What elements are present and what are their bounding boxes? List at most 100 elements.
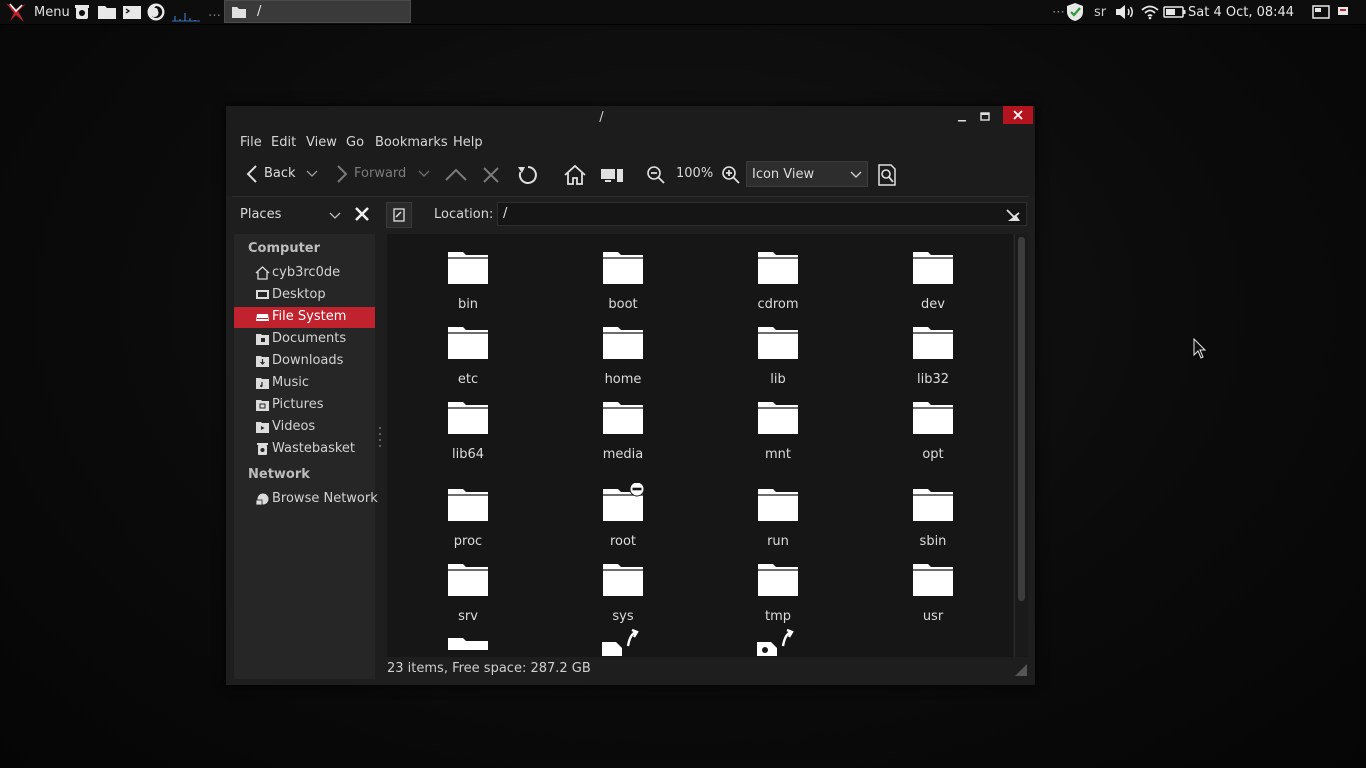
- file-item-lib[interactable]: lib: [723, 321, 833, 393]
- forward-history-dropdown[interactable]: [416, 166, 432, 182]
- sidebar-item-file-system[interactable]: File System: [234, 307, 375, 328]
- close-button[interactable]: [1003, 106, 1033, 124]
- sidebar-item-documents[interactable]: Documents: [234, 329, 375, 350]
- file-item-proc[interactable]: proc: [413, 483, 523, 555]
- sidebar-item-downloads[interactable]: Downloads: [234, 351, 375, 372]
- clear-icon: [1006, 209, 1020, 221]
- status-bar-text: 23 items, Free space: 287.2 GB: [387, 661, 591, 676]
- view-mode-select[interactable]: Icon View: [746, 161, 868, 187]
- maximize-button[interactable]: [977, 109, 993, 125]
- sidebar-item-music[interactable]: Music: [234, 373, 375, 394]
- sidebar-item-home[interactable]: cyb3rc0de: [234, 263, 375, 284]
- menu-button[interactable]: Menu: [4, 0, 70, 24]
- tray-overflow[interactable]: ⋯: [1052, 0, 1065, 24]
- close-sidebar-button[interactable]: [353, 205, 373, 225]
- file-item-sys[interactable]: sys: [568, 558, 678, 630]
- minimize-button[interactable]: [954, 110, 970, 126]
- file-item-lib32[interactable]: lib32: [878, 321, 988, 393]
- file-item-label: media: [602, 447, 644, 462]
- menu-go[interactable]: Go: [346, 135, 364, 150]
- back-button[interactable]: Back: [240, 162, 300, 186]
- menu-bookmarks[interactable]: Bookmarks: [375, 135, 448, 150]
- folder-icon: [448, 489, 488, 521]
- sidebar-item-browse-network[interactable]: Browse Network: [234, 489, 378, 510]
- clock[interactable]: Sat 4 Oct, 08:44: [1188, 0, 1294, 24]
- sidebar-item-label: Downloads: [272, 353, 344, 368]
- taskbar-window-button[interactable]: /: [224, 0, 411, 23]
- partial-item-folder[interactable]: [413, 626, 523, 657]
- panel-overflow[interactable]: …: [208, 0, 221, 24]
- reload-button[interactable]: [515, 163, 541, 187]
- file-item-label: mnt: [765, 447, 791, 462]
- computer-button[interactable]: [599, 164, 625, 186]
- tray-notification[interactable]: [1336, 0, 1350, 24]
- zoom-out-button[interactable]: [646, 164, 666, 186]
- tray-volume[interactable]: [1114, 0, 1136, 24]
- notification-icon: [1338, 7, 1348, 15]
- zoom-level[interactable]: 100%: [676, 166, 713, 181]
- toggle-location-button[interactable]: [386, 202, 412, 228]
- up-button[interactable]: [444, 164, 468, 186]
- launcher-files[interactable]: [97, 0, 117, 24]
- folder-icon: [758, 489, 798, 521]
- file-item-etc[interactable]: etc: [413, 321, 523, 393]
- file-item-label: root: [609, 534, 637, 549]
- window-titlebar[interactable]: /: [226, 106, 1035, 130]
- file-item-tmp[interactable]: tmp: [723, 558, 833, 630]
- tray-wifi[interactable]: [1141, 0, 1159, 24]
- folder-icon: [913, 327, 953, 359]
- file-item-media[interactable]: media: [568, 396, 678, 468]
- forward-button[interactable]: Forward: [332, 162, 414, 186]
- file-item-bin[interactable]: bin: [413, 246, 523, 318]
- location-input[interactable]: /: [497, 202, 1027, 226]
- file-item-dev[interactable]: dev: [878, 246, 988, 318]
- launcher-trash[interactable]: [73, 0, 91, 24]
- menu-edit[interactable]: Edit: [271, 135, 296, 150]
- partial-item-symlink-exec[interactable]: [723, 626, 833, 657]
- search-button[interactable]: [875, 163, 899, 187]
- clear-location-button[interactable]: [1004, 205, 1024, 225]
- file-item-run[interactable]: run: [723, 483, 833, 555]
- sidebar-mode-dropdown[interactable]: [329, 209, 343, 221]
- keyboard-layout-indicator[interactable]: sr: [1094, 0, 1106, 24]
- file-item-sbin[interactable]: sbin: [878, 483, 988, 555]
- menu-view[interactable]: View: [306, 135, 337, 150]
- file-item-boot[interactable]: boot: [568, 246, 678, 318]
- scrollbar-thumb[interactable]: [1018, 237, 1025, 601]
- file-item-usr[interactable]: usr: [878, 558, 988, 630]
- sidebar-resize-handle[interactable]: [378, 424, 382, 452]
- toolbar-separator: [232, 196, 1029, 197]
- tray-display[interactable]: [1312, 0, 1330, 24]
- drive-icon: [256, 314, 269, 321]
- launcher-browser[interactable]: [146, 0, 166, 24]
- sidebar-item-label: Music: [272, 375, 309, 390]
- sidebar-item-wastebasket[interactable]: Wastebasket: [234, 439, 375, 460]
- file-item-opt[interactable]: opt: [878, 396, 988, 468]
- sidebar: Computer cyb3rc0de Desktop File System D…: [234, 234, 378, 679]
- vertical-scrollbar[interactable]: [1014, 234, 1028, 657]
- file-item-lib64[interactable]: lib64: [413, 396, 523, 468]
- sidebar-item-desktop[interactable]: Desktop: [234, 285, 375, 306]
- file-item-mnt[interactable]: mnt: [723, 396, 833, 468]
- file-item-home[interactable]: home: [568, 321, 678, 393]
- tray-security[interactable]: [1065, 0, 1085, 24]
- folder-icon: [603, 252, 643, 284]
- partial-item-symlink[interactable]: [568, 626, 678, 657]
- home-button[interactable]: [563, 163, 587, 187]
- sidebar-item-videos[interactable]: Videos: [234, 417, 375, 438]
- menu-help[interactable]: Help: [453, 135, 483, 150]
- back-history-dropdown[interactable]: [304, 166, 320, 182]
- tray-battery[interactable]: [1163, 0, 1187, 24]
- pictures-folder-icon: [256, 400, 269, 411]
- window-resize-grip[interactable]: [1014, 663, 1028, 677]
- documents-folder-icon: [256, 334, 269, 345]
- launcher-terminal[interactable]: [122, 0, 142, 24]
- file-item-srv[interactable]: srv: [413, 558, 523, 630]
- zoom-in-button[interactable]: [721, 164, 741, 186]
- file-item-root[interactable]: root: [568, 483, 678, 555]
- file-item-cdrom[interactable]: cdrom: [723, 246, 833, 318]
- sidebar-item-pictures[interactable]: Pictures: [234, 395, 375, 416]
- stop-button[interactable]: [480, 164, 502, 186]
- menu-file[interactable]: File: [240, 135, 262, 150]
- folder-icon: [758, 402, 798, 434]
